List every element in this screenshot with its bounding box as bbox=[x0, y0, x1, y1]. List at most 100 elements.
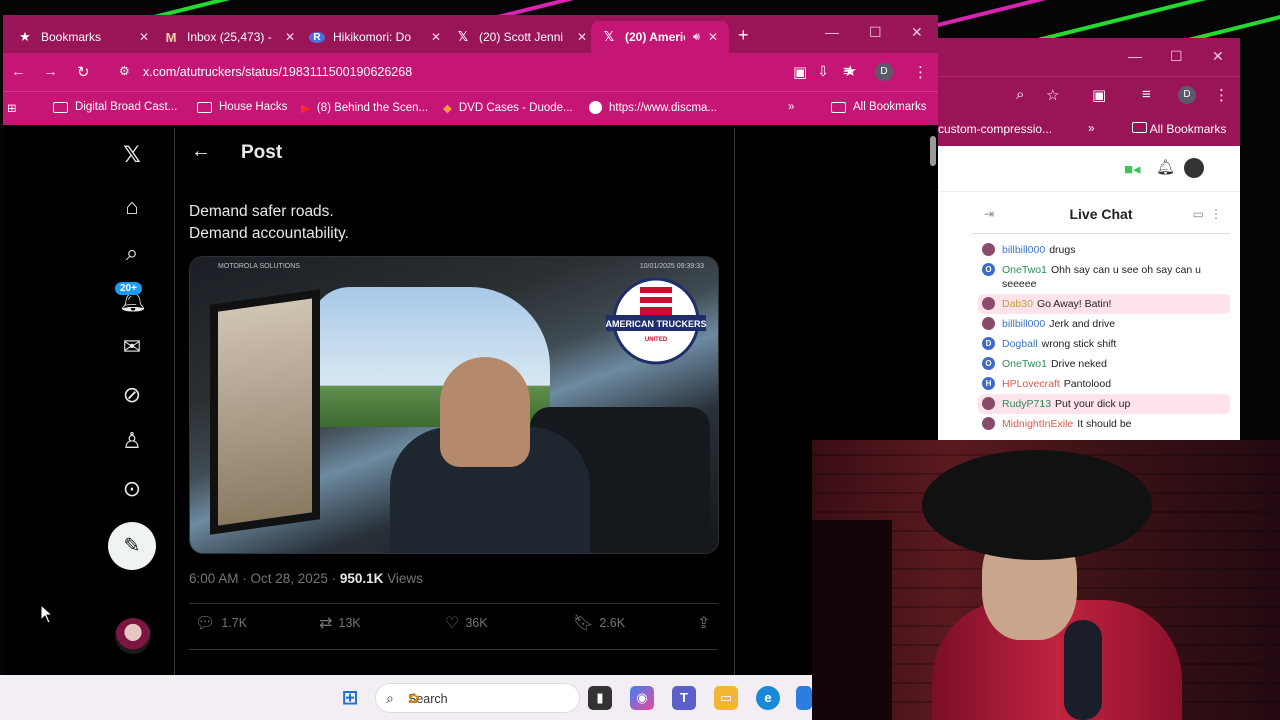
close-icon[interactable]: ✕ bbox=[431, 30, 441, 44]
tab-label: (20) Scott Jenni bbox=[479, 30, 564, 44]
new-tab-button[interactable]: + bbox=[738, 25, 749, 46]
bookmark-digital-broadcast[interactable]: Digital Broad Cast... bbox=[53, 101, 177, 113]
apps-icon[interactable]: ⊞ bbox=[7, 101, 17, 115]
home-icon[interactable]: ⌂ bbox=[119, 194, 145, 220]
chat-username[interactable]: OneTwo1 bbox=[1002, 358, 1047, 370]
close-icon[interactable]: ✕ bbox=[139, 30, 149, 44]
media-icon[interactable]: ≡ bbox=[1142, 86, 1151, 103]
media-icon[interactable]: ≡ bbox=[843, 63, 852, 80]
live-chat-page: ■◂ 🔔︎ ⇥ Live Chat ▭ ⋮ billbill000 drugs O O… bbox=[938, 146, 1240, 440]
install-icon[interactable]: ⇩ bbox=[817, 63, 829, 80]
win2-titlebar: — ☐ ✕ bbox=[938, 38, 1240, 76]
bookmark-behind-scenes[interactable]: ▶ (8) Behind the Scen... bbox=[301, 101, 428, 115]
close-icon[interactable]: ✕ bbox=[708, 30, 718, 44]
chat-avatar[interactable] bbox=[982, 243, 995, 256]
menu-icon[interactable]: ⋮ bbox=[913, 63, 928, 81]
bookmark-item[interactable]: custom-compressio... bbox=[938, 122, 1052, 136]
menu-icon[interactable]: ⋮ bbox=[1214, 86, 1229, 104]
tab-search-icon[interactable]: ▣ bbox=[1092, 86, 1106, 104]
bookmark-button[interactable]: 🔖︎ 2.6K bbox=[573, 613, 625, 633]
chat-avatar[interactable]: H bbox=[982, 377, 995, 390]
bookmark-discma[interactable]: https://www.discma... bbox=[589, 101, 717, 114]
forward-icon[interactable]: → bbox=[43, 63, 58, 80]
tab-search-icon[interactable]: ▣ bbox=[793, 63, 807, 81]
speaker-icon[interactable]: 🔊︎ bbox=[693, 31, 700, 44]
maximize-icon[interactable]: ☐ bbox=[1170, 48, 1183, 65]
tab-scott[interactable]: 𝕏 (20) Scott Jenni ✕ bbox=[445, 21, 597, 53]
camera-icon[interactable]: ■◂ bbox=[1124, 160, 1141, 178]
more-icon[interactable]: ⋮ bbox=[1210, 207, 1222, 221]
user-avatar[interactable] bbox=[1184, 158, 1204, 178]
windows-start-icon[interactable]: ⊞ bbox=[338, 686, 362, 710]
chat-username[interactable]: RudyP713 bbox=[1002, 398, 1051, 410]
chat-username[interactable]: Dogball bbox=[1002, 338, 1038, 350]
messages-icon[interactable]: ✉ bbox=[119, 334, 145, 360]
tab-inbox[interactable]: M Inbox (25,473) - ✕ bbox=[153, 21, 305, 53]
edge-icon[interactable]: e bbox=[756, 686, 780, 710]
back-arrow-icon[interactable]: ← bbox=[191, 140, 211, 163]
reply-button[interactable]: 💬︎ 1.7K bbox=[195, 613, 247, 633]
all-bookmarks[interactable]: All Bookmarks bbox=[1132, 122, 1226, 136]
zoom-icon[interactable]: ⌕ bbox=[1016, 86, 1024, 103]
chat-avatar[interactable] bbox=[982, 417, 995, 430]
tab-bookmarks[interactable]: ★ Bookmarks ✕ bbox=[7, 21, 159, 53]
account-avatar[interactable] bbox=[115, 618, 151, 654]
like-button[interactable]: ♡ 36K bbox=[445, 613, 488, 633]
search-icon[interactable]: ⌕ bbox=[119, 240, 145, 266]
chat-message: Dab30 Go Away! Batin! bbox=[978, 294, 1230, 314]
chat-avatar[interactable] bbox=[982, 317, 995, 330]
bookmark-dvd-cases[interactable]: ◆ DVD Cases - Duode... bbox=[443, 101, 573, 115]
x-logo-icon[interactable]: 𝕏 bbox=[119, 142, 145, 168]
site-info-icon[interactable]: ⚙ bbox=[119, 64, 130, 78]
back-icon[interactable]: ← bbox=[11, 63, 26, 80]
repost-button[interactable]: ⇄ 13K bbox=[319, 613, 361, 633]
chat-username[interactable]: billbill000 bbox=[1002, 244, 1045, 256]
bell-icon[interactable]: 🔔︎ bbox=[1156, 158, 1175, 176]
close-icon[interactable]: ✕ bbox=[285, 30, 295, 44]
share-button[interactable]: ⇪ bbox=[697, 613, 710, 633]
chevron-icon[interactable]: » bbox=[1088, 121, 1095, 135]
chat-username[interactable]: MidnightInExile bbox=[1002, 418, 1073, 430]
popout-icon[interactable]: ▭ bbox=[1193, 207, 1204, 221]
chat-text: wrong stick shift bbox=[1041, 338, 1117, 350]
tab-hikikomori[interactable]: R Hikikomori: Do ✕ bbox=[299, 21, 451, 53]
close-icon[interactable]: ✕ bbox=[1212, 48, 1224, 65]
grok-icon[interactable]: ⊘ bbox=[119, 382, 145, 408]
chat-avatar[interactable]: O bbox=[982, 357, 995, 370]
chat-avatar[interactable]: D bbox=[982, 337, 995, 350]
copilot-icon[interactable]: ◉ bbox=[630, 686, 654, 710]
all-bookmarks[interactable]: All Bookmarks bbox=[831, 101, 927, 113]
reload-icon[interactable]: ↻ bbox=[77, 63, 90, 81]
chat-avatar[interactable]: O bbox=[982, 263, 995, 276]
profile-icon[interactable]: ♙ bbox=[119, 428, 145, 454]
chat-avatar[interactable] bbox=[982, 397, 995, 410]
tweet-video[interactable]: MOTOROLA SOLUTIONS 10/01/2025 09:39:33 A… bbox=[189, 256, 719, 554]
store-icon[interactable] bbox=[796, 686, 812, 710]
page-scrollbar[interactable] bbox=[930, 136, 936, 166]
address-bar[interactable]: ⚙ x.com/atutruckers/status/1983111500190… bbox=[109, 58, 865, 86]
compose-post-button[interactable]: ✎ bbox=[108, 522, 156, 570]
task-view-icon[interactable]: ▮ bbox=[588, 686, 612, 710]
file-explorer-icon[interactable]: ▭ bbox=[714, 686, 738, 710]
profile-avatar[interactable]: D bbox=[875, 63, 893, 81]
chat-username[interactable]: OneTwo1 bbox=[1002, 264, 1047, 276]
chat-username[interactable]: Dab30 bbox=[1002, 298, 1033, 310]
close-icon[interactable]: ✕ bbox=[577, 30, 587, 44]
more-icon[interactable]: ⊙ bbox=[119, 476, 145, 502]
bookmark-house-hacks[interactable]: House Hacks bbox=[197, 101, 287, 113]
chat-avatar[interactable] bbox=[982, 297, 995, 310]
teams-icon[interactable]: T bbox=[672, 686, 696, 710]
close-window-icon[interactable]: ✕ bbox=[911, 24, 923, 41]
maximize-icon[interactable]: ☐ bbox=[869, 24, 882, 41]
chat-username[interactable]: HPLovecraft bbox=[1002, 378, 1060, 390]
minimize-icon[interactable]: — bbox=[825, 24, 839, 40]
more-bookmarks-icon[interactable]: » bbox=[788, 101, 794, 113]
taskbar-search[interactable]: ⌕ Search ✿ bbox=[375, 683, 580, 713]
star-icon[interactable]: ☆ bbox=[1046, 86, 1059, 104]
chat-text: Pantolood bbox=[1063, 378, 1112, 390]
tab-american[interactable]: 𝕏 (20) Americ 🔊︎ ✕ bbox=[591, 21, 729, 53]
profile-avatar[interactable]: D bbox=[1178, 86, 1196, 104]
chat-username[interactable]: billbill000 bbox=[1002, 318, 1045, 330]
minimize-icon[interactable]: — bbox=[1128, 48, 1142, 64]
logo-text: AMERICAN TRUCKERS bbox=[606, 319, 707, 329]
